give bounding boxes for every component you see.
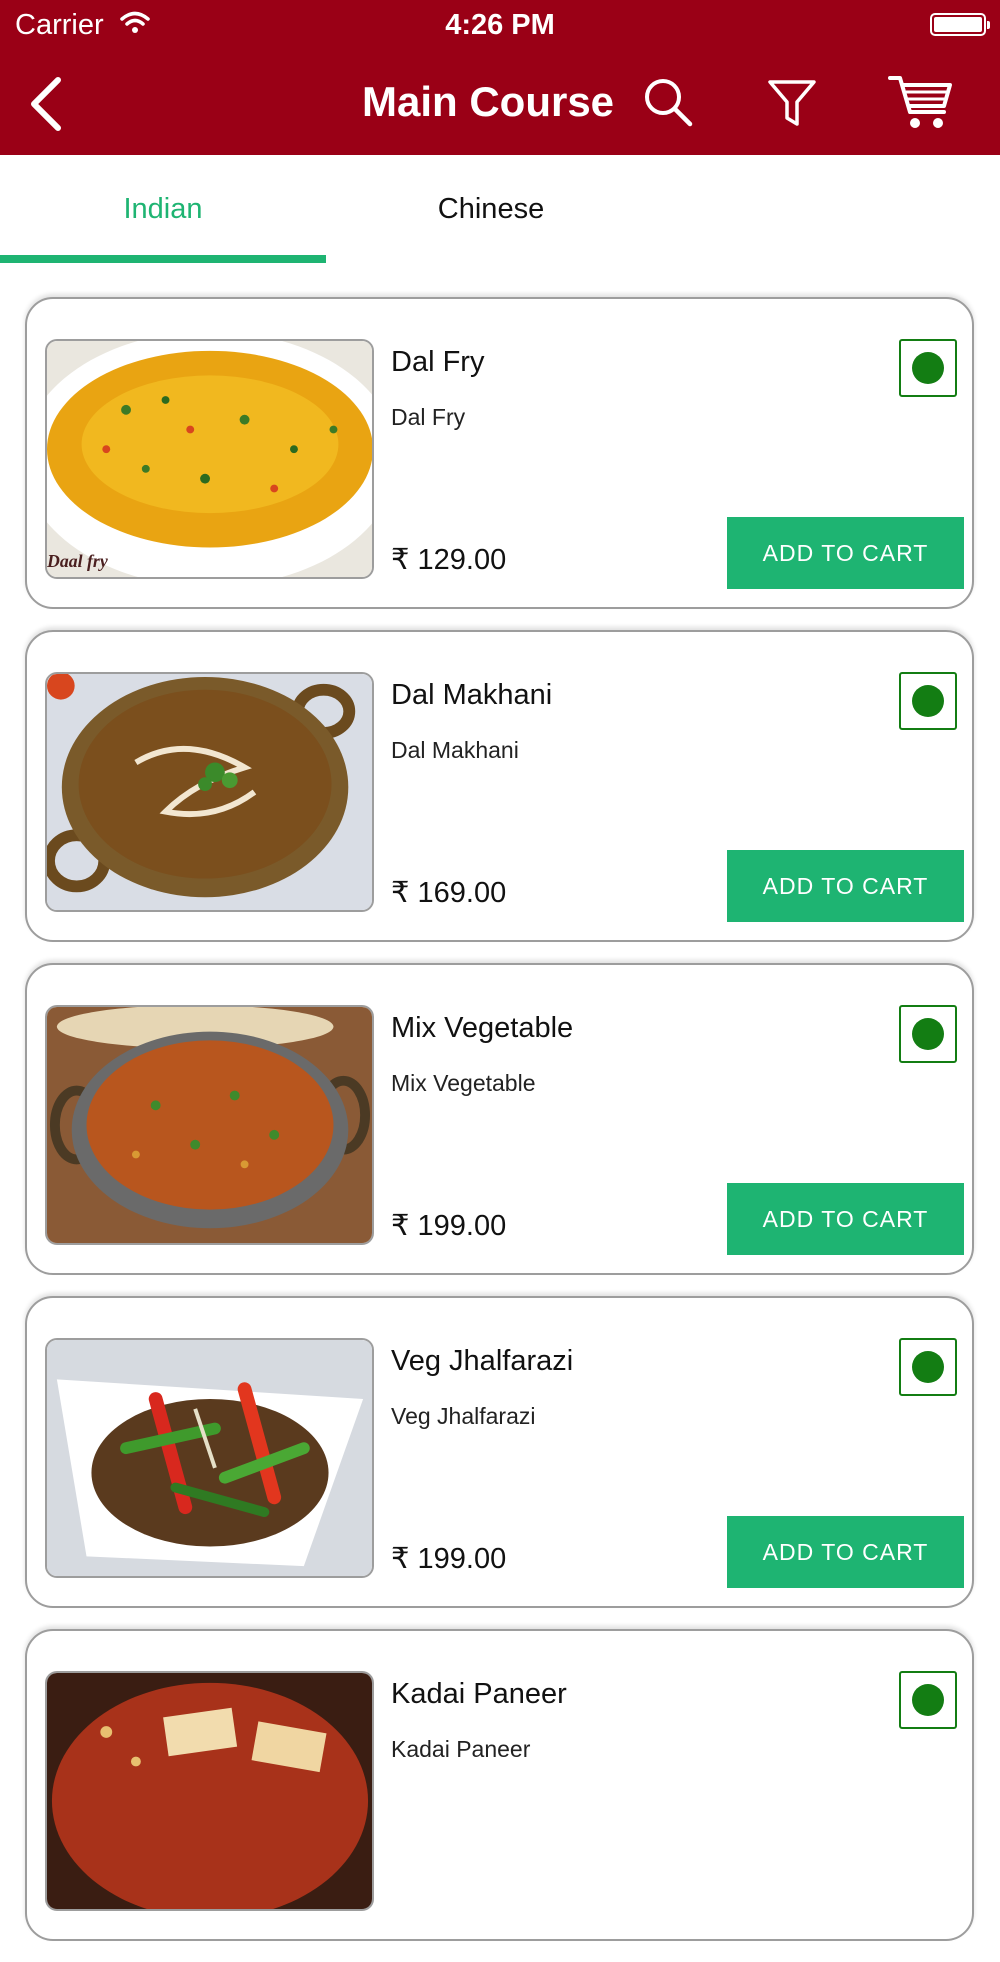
item-price: ₹ 169.00 (391, 877, 507, 909)
item-description: Mix Vegetable (391, 1070, 536, 1096)
veg-indicator-icon (899, 1671, 957, 1729)
item-description: Dal Makhani (391, 737, 519, 763)
item-name: Dal Fry (391, 346, 485, 378)
item-name: Veg Jhalfarazi (391, 1345, 574, 1377)
tab-chinese[interactable]: Chinese (328, 155, 654, 263)
filter-icon (768, 80, 816, 126)
menu-list: Daal fry Dal Fry Dal Fry ₹ 129.00 ADD TO… (0, 297, 1000, 1962)
filter-button[interactable] (764, 74, 820, 130)
chevron-left-icon (31, 77, 61, 131)
item-name: Mix Vegetable (391, 1012, 574, 1044)
search-button[interactable] (640, 74, 696, 130)
menu-item-card[interactable]: Mix Vegetable Mix Vegetable ₹ 199.00 ADD… (25, 963, 974, 1275)
back-button[interactable] (20, 72, 80, 132)
battery-icon (930, 13, 990, 36)
dish-image (45, 1005, 374, 1245)
dish-image: Daal fry (45, 339, 374, 579)
dish-image (45, 672, 374, 912)
item-description: Veg Jhalfarazi (391, 1403, 536, 1429)
menu-item-card[interactable]: Dal Makhani Dal Makhani ₹ 169.00 ADD TO … (25, 630, 974, 942)
status-time: 4:26 PM (445, 9, 555, 41)
item-name: Kadai Paneer (391, 1678, 567, 1710)
category-tabs: Indian Chinese (0, 155, 1000, 263)
page-title: Main Course (362, 78, 615, 125)
item-price: ₹ 199.00 (391, 1543, 507, 1575)
veg-indicator-icon (899, 1338, 957, 1396)
veg-indicator-icon (899, 672, 957, 730)
item-name: Dal Makhani (391, 679, 553, 711)
tab-indian[interactable]: Indian (0, 155, 326, 263)
menu-item-card[interactable]: Kadai Paneer Kadai Paneer (25, 1629, 974, 1941)
item-description: Dal Fry (391, 404, 466, 430)
nav-bar: Main Course (0, 50, 1000, 155)
status-bar: Carrier 4:26 PM (0, 0, 1000, 50)
cart-button[interactable] (888, 72, 954, 132)
item-price: ₹ 129.00 (391, 544, 507, 576)
dish-image-caption: Daal fry (47, 551, 108, 571)
item-description: Kadai Paneer (391, 1736, 531, 1762)
dish-image (45, 1338, 374, 1578)
cart-icon (888, 76, 952, 128)
veg-indicator-icon (899, 1005, 957, 1063)
add-to-cart-button[interactable]: ADD TO CART (727, 517, 964, 589)
tab-selected-indicator (0, 255, 326, 263)
dish-image (45, 1671, 374, 1911)
menu-item-card[interactable]: Daal fry Dal Fry Dal Fry ₹ 129.00 ADD TO… (25, 297, 974, 609)
item-price: ₹ 199.00 (391, 1210, 507, 1242)
menu-item-card[interactable]: Veg Jhalfarazi Veg Jhalfarazi ₹ 199.00 A… (25, 1296, 974, 1608)
veg-indicator-icon (899, 339, 957, 397)
add-to-cart-button[interactable]: ADD TO CART (727, 1183, 964, 1255)
search-icon (645, 79, 693, 127)
add-to-cart-button[interactable]: ADD TO CART (727, 1516, 964, 1588)
add-to-cart-button[interactable]: ADD TO CART (727, 850, 964, 922)
